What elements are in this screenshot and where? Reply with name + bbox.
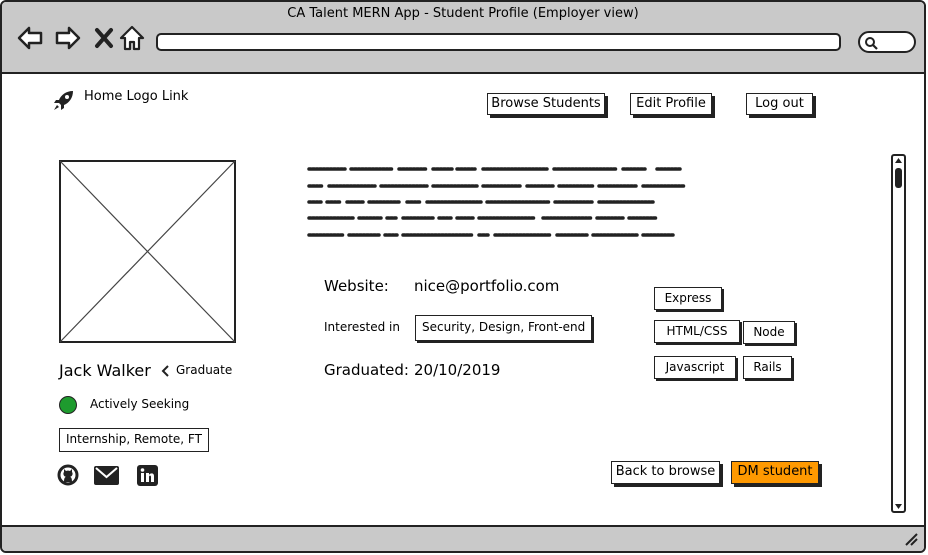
search-icon <box>865 37 878 50</box>
status-bar <box>2 525 924 551</box>
edit-profile-button[interactable]: Edit Profile <box>630 93 712 115</box>
skill-tag: Node <box>743 321 795 344</box>
status-text: Actively Seeking <box>90 397 190 411</box>
address-bar[interactable] <box>156 33 841 51</box>
interested-label: Interested in <box>324 320 400 334</box>
window-title: CA Talent MERN App - Student Profile (Em… <box>287 6 639 21</box>
interests-value: Security, Design, Front-end <box>415 315 593 341</box>
skill-tag: HTML/CSS <box>654 320 740 343</box>
browser-toolbar: CA Talent MERN App - Student Profile (Em… <box>2 2 924 74</box>
scroll-up-arrow-icon[interactable] <box>894 156 903 165</box>
email-icon[interactable] <box>94 466 119 485</box>
back-to-browse-button[interactable]: Back to browse <box>611 461 720 484</box>
student-level: Graduate <box>176 363 233 377</box>
browse-students-button[interactable]: Browse Students <box>487 93 605 115</box>
chevron-left-icon <box>161 365 169 377</box>
close-icon[interactable] <box>90 24 118 52</box>
skill-tag: Rails <box>743 356 792 379</box>
graduated-label: Graduated: <box>324 361 409 379</box>
status-indicator <box>59 396 77 414</box>
forward-icon[interactable] <box>54 24 82 52</box>
skill-tag: Express <box>654 287 722 310</box>
github-icon[interactable] <box>57 464 79 486</box>
home-icon[interactable] <box>118 24 146 52</box>
website-link[interactable]: nice@portfolio.com <box>414 277 559 295</box>
scroll-down-arrow-icon[interactable] <box>894 502 903 511</box>
back-icon[interactable] <box>16 24 44 52</box>
home-logo-link[interactable]: Home Logo Link <box>84 89 188 104</box>
browser-window: CA Talent MERN App - Student Profile (Em… <box>0 0 926 553</box>
log-out-button[interactable]: Log out <box>746 93 813 115</box>
search-box[interactable] <box>858 31 916 53</box>
work-types-badge: Internship, Remote, FT <box>59 428 209 452</box>
skill-tag: Javascript <box>654 356 736 379</box>
bio-paragraph <box>307 167 687 237</box>
resize-grip-icon[interactable] <box>904 532 918 546</box>
graduated-date: 20/10/2019 <box>414 361 501 379</box>
linkedin-icon[interactable] <box>137 465 158 486</box>
dm-student-button[interactable]: DM student <box>731 461 819 484</box>
website-label: Website: <box>324 277 389 295</box>
student-name: Jack Walker <box>59 361 151 380</box>
scrollbar-thumb[interactable] <box>895 168 902 188</box>
profile-image-placeholder <box>59 160 236 343</box>
rocket-icon <box>54 91 73 110</box>
vertical-scrollbar[interactable] <box>891 154 906 513</box>
